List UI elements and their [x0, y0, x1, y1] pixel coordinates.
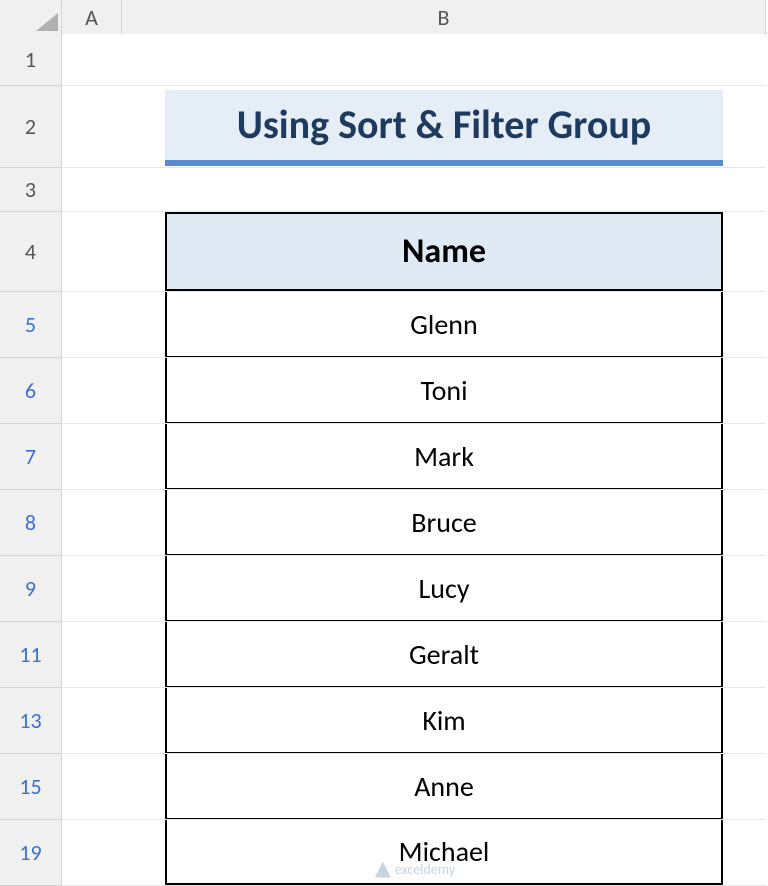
row-header-6[interactable]: 6: [0, 358, 61, 424]
column-a-cells: [62, 34, 122, 886]
select-all-triangle-icon: [36, 13, 58, 31]
table-row: Glenn: [165, 292, 723, 357]
cell-a2[interactable]: [62, 86, 122, 168]
table-row: Geralt: [165, 622, 723, 687]
table-row: Bruce: [165, 490, 723, 555]
cell-b11[interactable]: Geralt: [122, 622, 766, 688]
spreadsheet: A B 1 2 3 4 5 6 7 8 9 11 13 15 19: [0, 0, 768, 859]
cell-a19[interactable]: [62, 820, 122, 886]
cell-b4[interactable]: Name: [122, 212, 766, 292]
cell-a6[interactable]: [62, 358, 122, 424]
row-header-4[interactable]: 4: [0, 212, 61, 292]
table-row: Lucy: [165, 556, 723, 621]
row-header-15[interactable]: 15: [0, 754, 61, 820]
page-title: Using Sort & Filter Group: [237, 100, 652, 149]
row-header-9[interactable]: 9: [0, 556, 61, 622]
name-value: Anne: [414, 769, 474, 804]
cell-b9[interactable]: Lucy: [122, 556, 766, 622]
row-header-8[interactable]: 8: [0, 490, 61, 556]
cell-a15[interactable]: [62, 754, 122, 820]
row-header-19[interactable]: 19: [0, 820, 61, 886]
name-value: Geralt: [409, 637, 479, 672]
table-header-box: Name: [165, 212, 723, 291]
cell-a8[interactable]: [62, 490, 122, 556]
column-headers-row: A B: [0, 0, 768, 34]
cell-b2[interactable]: Using Sort & Filter Group: [122, 86, 766, 168]
table-row: Mark: [165, 424, 723, 489]
name-value: Lucy: [419, 571, 470, 606]
row-header-3[interactable]: 3: [0, 168, 61, 212]
row-header-11[interactable]: 11: [0, 622, 61, 688]
row-header-13[interactable]: 13: [0, 688, 61, 754]
cell-a1[interactable]: [62, 34, 122, 86]
column-header-a[interactable]: A: [62, 0, 122, 34]
row-header-2[interactable]: 2: [0, 86, 61, 168]
table-header-label: Name: [402, 231, 486, 272]
name-value: Michael: [399, 834, 490, 869]
row-header-5[interactable]: 5: [0, 292, 61, 358]
name-value: Toni: [420, 373, 467, 408]
cell-b13[interactable]: Kim: [122, 688, 766, 754]
name-value: Mark: [414, 439, 474, 474]
cell-b15[interactable]: Anne: [122, 754, 766, 820]
grid-body: 1 2 3 4 5 6 7 8 9 11 13 15 19: [0, 34, 768, 886]
cell-b8[interactable]: Bruce: [122, 490, 766, 556]
table-row: Michael: [165, 820, 723, 885]
table-row: Anne: [165, 754, 723, 819]
name-value: Kim: [422, 703, 465, 738]
table-row: Toni: [165, 358, 723, 423]
cell-b1[interactable]: [122, 34, 766, 86]
title-box: Using Sort & Filter Group: [165, 90, 723, 166]
cell-a13[interactable]: [62, 688, 122, 754]
column-b-cells: Using Sort & Filter Group Name Glenn: [122, 34, 766, 886]
row-headers: 1 2 3 4 5 6 7 8 9 11 13 15 19: [0, 34, 62, 886]
cell-b6[interactable]: Toni: [122, 358, 766, 424]
table-row: Kim: [165, 688, 723, 753]
cell-a7[interactable]: [62, 424, 122, 490]
cell-b3[interactable]: [122, 168, 766, 212]
cell-a11[interactable]: [62, 622, 122, 688]
name-value: Bruce: [411, 505, 476, 540]
cell-b5[interactable]: Glenn: [122, 292, 766, 358]
cells-area: Using Sort & Filter Group Name Glenn: [62, 34, 768, 886]
column-header-b[interactable]: B: [122, 0, 766, 34]
cell-b19[interactable]: Michael: [122, 820, 766, 886]
name-value: Glenn: [410, 307, 477, 342]
cell-a5[interactable]: [62, 292, 122, 358]
row-header-1[interactable]: 1: [0, 34, 61, 86]
cell-a4[interactable]: [62, 212, 122, 292]
cell-b7[interactable]: Mark: [122, 424, 766, 490]
cell-a9[interactable]: [62, 556, 122, 622]
row-header-7[interactable]: 7: [0, 424, 61, 490]
select-all-corner[interactable]: [0, 0, 62, 34]
cell-a3[interactable]: [62, 168, 122, 212]
